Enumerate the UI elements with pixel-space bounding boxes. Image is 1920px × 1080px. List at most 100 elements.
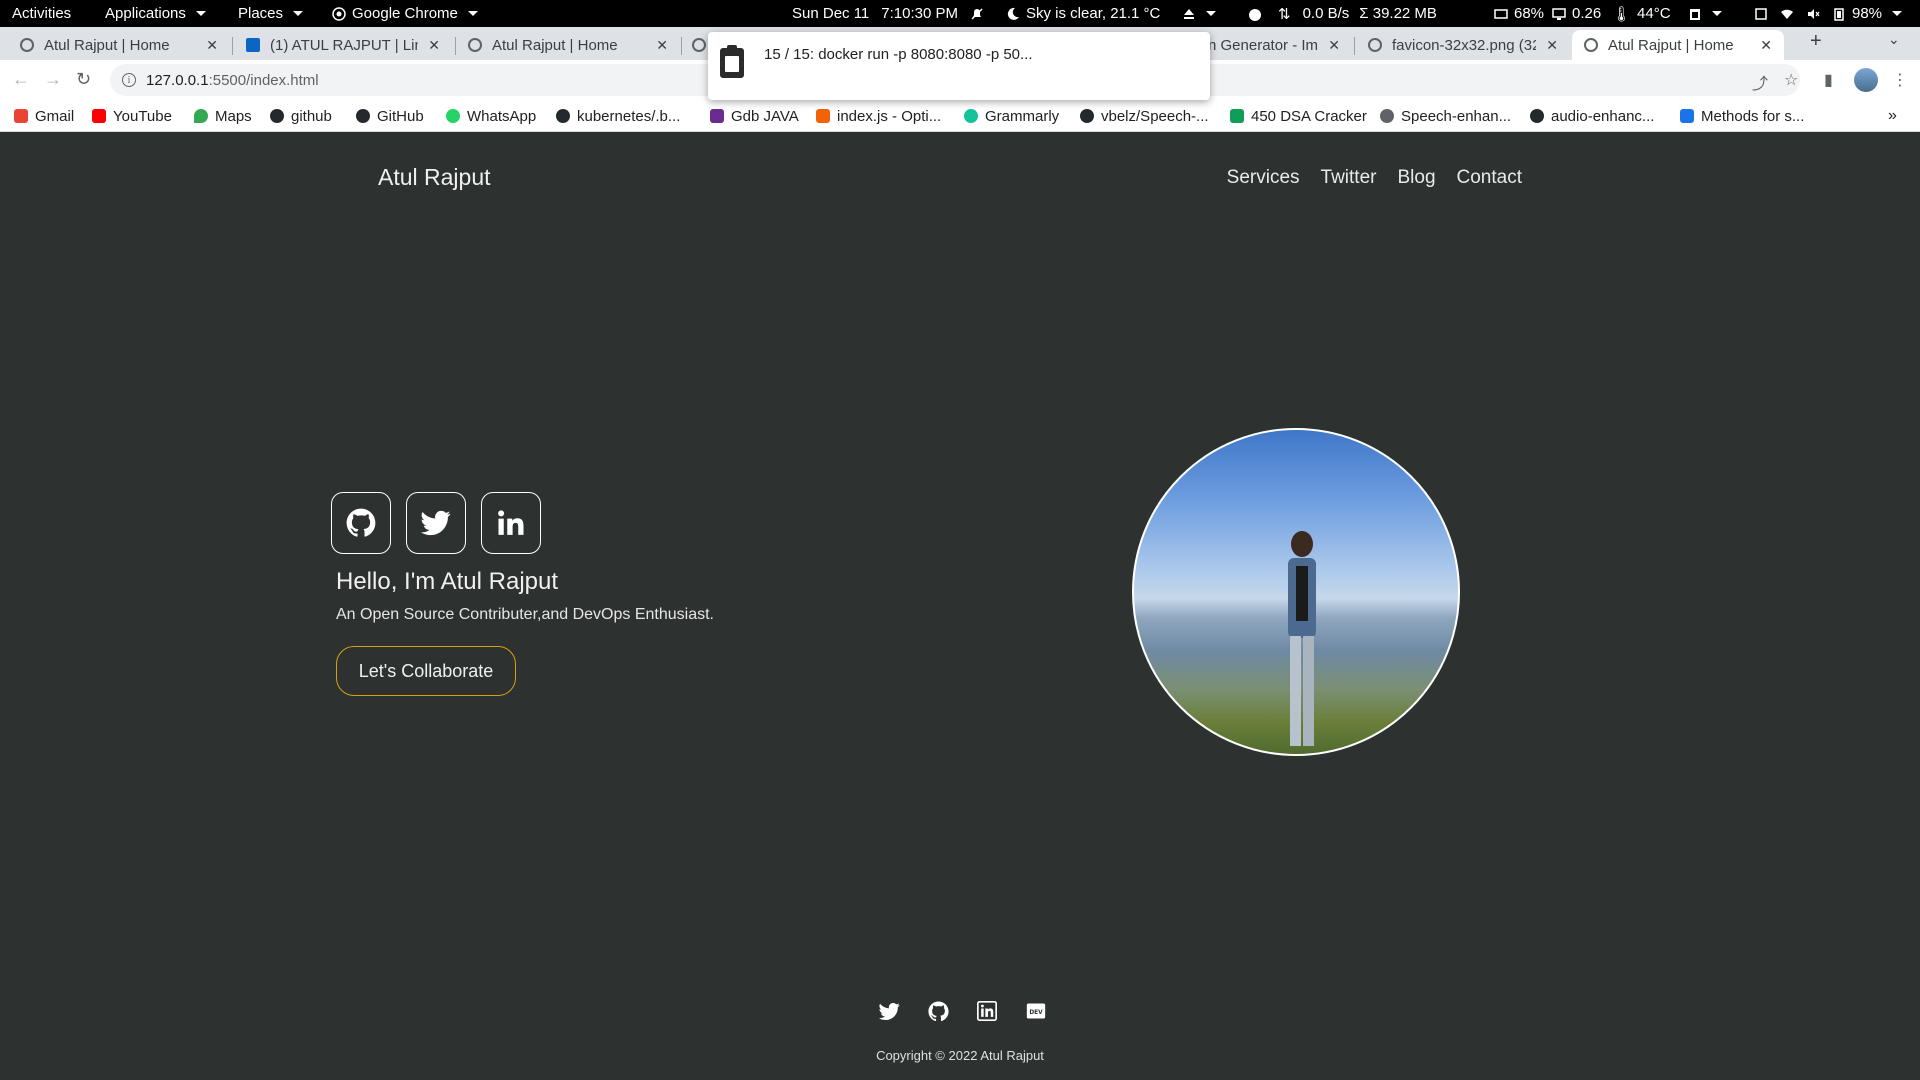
eject-menu[interactable] xyxy=(1182,0,1216,27)
back-button[interactable]: ← xyxy=(12,69,30,90)
profile-avatar[interactable] xyxy=(1854,68,1878,92)
footer-social-links: DEV xyxy=(878,1000,1047,1022)
globe-icon xyxy=(1380,109,1394,123)
site-nav: Services Twitter Blog Contact xyxy=(1227,167,1522,189)
places-menu[interactable]: Places xyxy=(238,0,304,27)
clipboard-icon xyxy=(1690,8,1700,20)
tab-atul-home-1[interactable]: Atul Rajput | Home ✕ xyxy=(8,30,230,60)
footer-devto-link[interactable]: DEV xyxy=(1025,1000,1047,1022)
nav-blog[interactable]: Blog xyxy=(1397,167,1435,189)
twitter-link[interactable] xyxy=(406,492,466,554)
weather-indicator[interactable]: Sky is clear, 21.1 °C xyxy=(1006,0,1160,27)
nav-services[interactable]: Services xyxy=(1227,167,1300,189)
app-menu[interactable]: Google Chrome xyxy=(332,0,478,27)
menu-icon[interactable]: ⋮ xyxy=(1892,70,1908,90)
footer-github-link[interactable] xyxy=(927,1000,949,1022)
tab-atul-home-2[interactable]: Atul Rajput | Home ✕ xyxy=(456,30,680,60)
bookmark-whatsapp[interactable]: WhatsApp xyxy=(446,100,536,132)
chrome-icon xyxy=(332,6,346,21)
bookmark-speech-enhance[interactable]: Speech-enhan... xyxy=(1380,100,1511,132)
eject-icon xyxy=(1184,8,1194,19)
bookmark-kubernetes[interactable]: kubernetes/.b... xyxy=(556,100,680,132)
gdb-icon xyxy=(710,109,724,123)
clipboard-notification[interactable]: 15 / 15: docker run -p 8080:8080 -p 50..… xyxy=(708,32,1210,100)
close-icon[interactable]: ✕ xyxy=(1760,37,1772,54)
k-icon xyxy=(1680,109,1694,123)
side-panel-icon[interactable]: ▮ xyxy=(1824,70,1833,90)
bookmark-dsa[interactable]: 450 DSA Cracker xyxy=(1230,100,1367,132)
bookmark-label: Maps xyxy=(215,107,252,125)
close-icon[interactable]: ✕ xyxy=(428,37,440,54)
github-icon xyxy=(356,109,370,123)
bookmark-maps[interactable]: Maps xyxy=(194,100,252,132)
github-icon xyxy=(346,508,376,537)
close-icon[interactable]: ✕ xyxy=(1546,37,1558,54)
linkedin-link[interactable] xyxy=(481,492,541,554)
twitter-icon xyxy=(421,510,451,536)
chevron-down-icon xyxy=(1712,11,1722,16)
bookmark-label: Methods for s... xyxy=(1701,107,1805,125)
share-icon[interactable]: ⤴ xyxy=(1752,70,1768,94)
new-tab-button[interactable]: + xyxy=(1810,30,1822,53)
bookmarks-bar: Gmail YouTube Maps github GitHub WhatsAp… xyxy=(0,100,1920,132)
net-total-label: Σ 39.22 MB xyxy=(1359,5,1437,22)
bookmarks-overflow-button[interactable]: » xyxy=(1888,100,1897,132)
tab-linkedin[interactable]: (1) ATUL RAJPUT | LinkedIn ✕ xyxy=(234,30,452,60)
tab-search-button[interactable]: ⌄ xyxy=(1888,31,1900,48)
clock[interactable]: Sun Dec 11 7:10:30 PM xyxy=(792,0,984,27)
volume-muted-icon xyxy=(1808,8,1820,19)
tab-favicon[interactable]: favicon-32x32.png (32×32) ✕ xyxy=(1356,30,1570,60)
cpu-indicator: 68% xyxy=(1494,0,1544,27)
system-status-menu[interactable]: 98% xyxy=(1754,0,1903,27)
reload-button[interactable]: ↻ xyxy=(76,69,91,90)
dsa-icon xyxy=(1230,109,1244,123)
bookmark-methods[interactable]: Methods for s... xyxy=(1680,100,1804,132)
tab-label: Atul Rajput | Home xyxy=(44,36,170,54)
activities-button[interactable]: Activities xyxy=(12,0,71,27)
forward-button[interactable]: → xyxy=(44,69,62,90)
footer-linkedin-link[interactable] xyxy=(976,1000,998,1022)
site-brand[interactable]: Atul Rajput xyxy=(378,164,491,191)
footer-twitter-link[interactable] xyxy=(878,1000,900,1022)
tab-atul-home-active[interactable]: Atul Rajput | Home ✕ xyxy=(1572,30,1784,60)
time-label: 7:10:30 PM xyxy=(881,5,958,22)
close-icon[interactable]: ✕ xyxy=(206,37,218,54)
bookmark-gdb-java[interactable]: Gdb JAVA xyxy=(710,100,799,132)
bookmark-label: Grammarly xyxy=(985,107,1060,125)
monitor-icon xyxy=(1552,7,1566,20)
clipboard-menu[interactable] xyxy=(1688,0,1722,27)
github-link[interactable] xyxy=(331,492,391,554)
github-icon xyxy=(556,109,570,123)
tab-generator[interactable]: n Generator - Image ✕ xyxy=(1200,30,1352,60)
bookmark-index-js[interactable]: index.js - Opti... xyxy=(816,100,941,132)
applications-label: Applications xyxy=(105,5,186,22)
applications-menu[interactable]: Applications xyxy=(105,0,206,27)
close-icon[interactable]: ✕ xyxy=(1328,37,1340,54)
bookmark-youtube[interactable]: YouTube xyxy=(92,100,172,132)
github-icon xyxy=(927,1000,949,1021)
lets-collaborate-button[interactable]: Let's Collaborate xyxy=(336,646,516,696)
chevron-down-icon xyxy=(293,11,304,16)
bookmark-gmail[interactable]: Gmail xyxy=(14,100,74,132)
bookmark-star-icon[interactable]: ☆ xyxy=(1784,70,1798,90)
profile-photo xyxy=(1132,428,1460,756)
globe-icon xyxy=(20,38,34,52)
grammarly-icon xyxy=(964,109,978,123)
bookmark-github-1[interactable]: github xyxy=(270,100,332,132)
globe-icon xyxy=(468,38,482,52)
nav-twitter[interactable]: Twitter xyxy=(1321,167,1377,189)
nav-contact[interactable]: Contact xyxy=(1457,167,1522,189)
info-icon[interactable]: i xyxy=(122,73,136,87)
bookmark-grammarly[interactable]: Grammarly xyxy=(964,100,1059,132)
bookmark-github-2[interactable]: GitHub xyxy=(356,100,424,132)
bookmark-vbelz[interactable]: vbelz/Speech-... xyxy=(1080,100,1209,132)
tab-hidden[interactable] xyxy=(680,30,710,60)
system-monitor[interactable]: ⇅ 0.0 B/s Σ 39.22 MB xyxy=(1248,0,1437,27)
bookmark-audio-enhance[interactable]: audio-enhanc... xyxy=(1530,100,1654,132)
close-icon[interactable]: ✕ xyxy=(656,37,668,54)
globe-icon xyxy=(1584,38,1598,52)
clipboard-icon xyxy=(720,45,744,78)
github-icon xyxy=(270,109,284,123)
bookmark-label: kubernetes/.b... xyxy=(577,107,681,125)
bookmark-label: Speech-enhan... xyxy=(1401,107,1512,125)
